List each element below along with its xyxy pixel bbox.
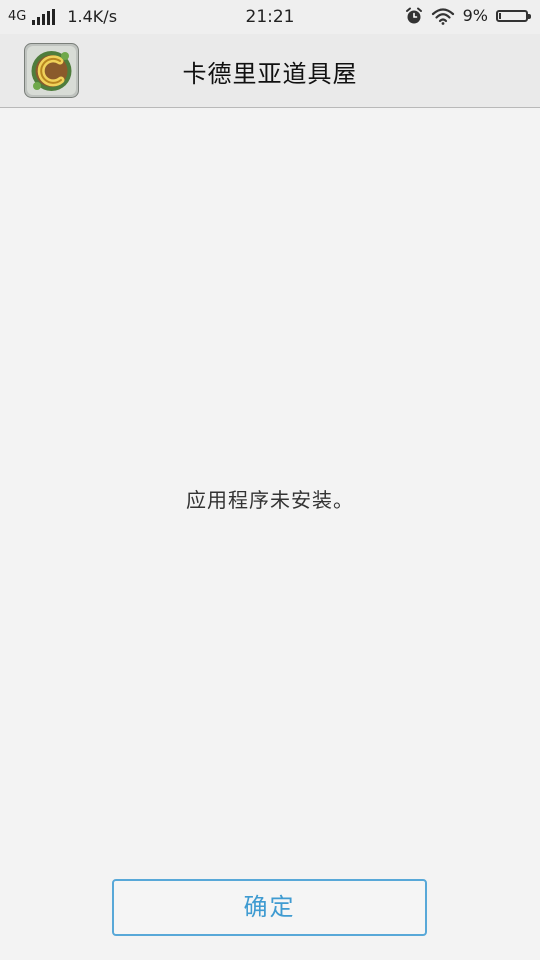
status-message: 应用程序未安装。	[186, 488, 354, 512]
app-header: 卡德里亚道具屋	[0, 34, 540, 108]
status-bar: 4G 1.4K/s 21:21 9%	[0, 0, 540, 34]
app-title: 卡德里亚道具屋	[182, 60, 358, 88]
battery-level	[499, 12, 501, 19]
battery-percent: 9%	[462, 6, 488, 25]
battery-icon	[496, 9, 531, 22]
confirm-button[interactable]: 确定	[112, 879, 427, 936]
screen: 4G 1.4K/s 21:21 9% 卡德里亚道具屋 应用程序未安装。 确定	[0, 0, 540, 960]
status-right: 9%	[405, 6, 531, 25]
wifi-icon	[431, 7, 454, 25]
alarm-icon	[405, 7, 422, 23]
